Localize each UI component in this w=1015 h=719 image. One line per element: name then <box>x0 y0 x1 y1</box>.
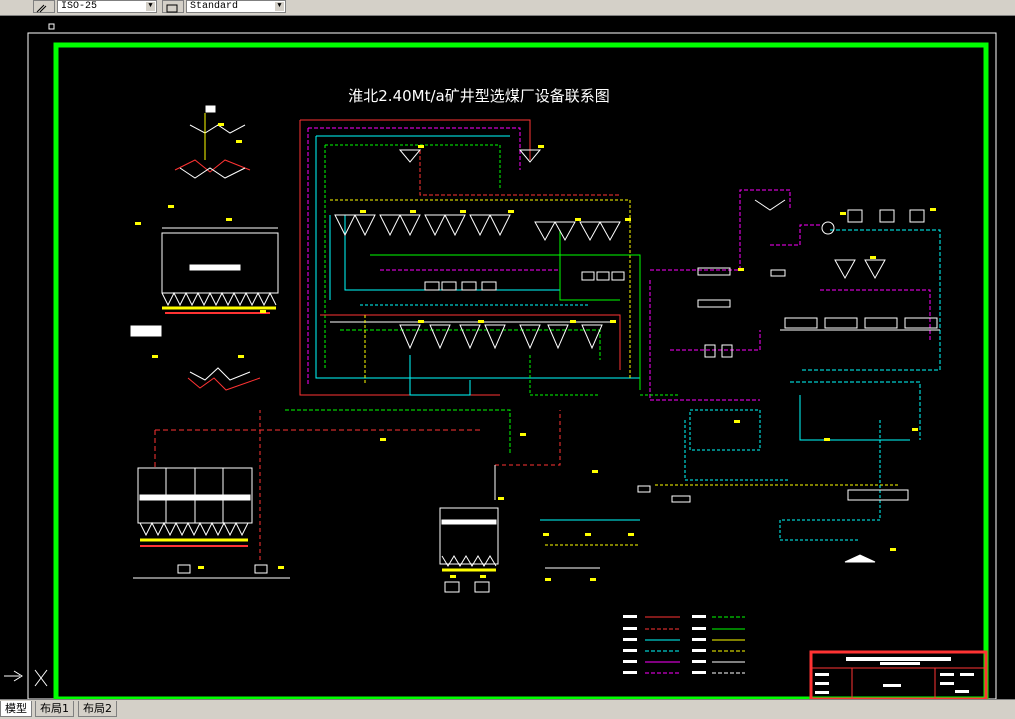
text-style-value: Standard <box>190 1 239 12</box>
text-style-select[interactable]: Standard ▼ <box>186 0 286 13</box>
tab-layout1-label: 布局1 <box>40 702 69 715</box>
layout-tab-bar: 模型 布局1 布局2 <box>0 699 1015 719</box>
tab-layout1[interactable]: 布局1 <box>35 701 74 717</box>
ucs-icon <box>4 669 48 687</box>
dimension-style-icon[interactable] <box>33 0 55 13</box>
chevron-down-icon[interactable]: ▼ <box>275 2 284 11</box>
tab-model-label: 模型 <box>5 702 27 715</box>
tab-model[interactable]: 模型 <box>0 701 32 717</box>
drawing-title: 淮北2.40Mt/a矿井型选煤厂设备联系图 <box>348 87 609 105</box>
tab-layout2-label: 布局2 <box>83 702 112 715</box>
dimension-style-value: ISO-25 <box>61 1 98 12</box>
chevron-down-icon[interactable]: ▼ <box>146 2 155 11</box>
tab-layout2[interactable]: 布局2 <box>78 701 117 717</box>
text-style-icon[interactable] <box>162 0 184 13</box>
toolbar: ISO-25 ▼ Standard ▼ <box>0 0 1015 16</box>
dimension-style-select[interactable]: ISO-25 ▼ <box>57 0 157 13</box>
drawing-canvas[interactable]: 淮北2.40Mt/a矿井型选煤厂设备联系图 <box>0 16 1015 699</box>
